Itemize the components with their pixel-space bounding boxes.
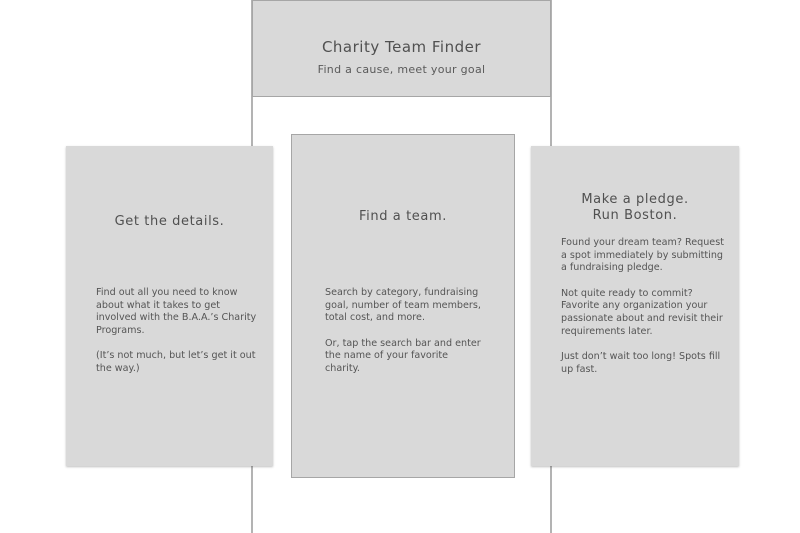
app-title: Charity Team Finder [321,38,482,56]
onboarding-card-details[interactable]: Get the details. Find out all you need t… [66,146,273,466]
card-title: Make a pledge. Run Boston. [581,192,689,223]
onboarding-card-pledge[interactable]: Make a pledge. Run Boston. Found your dr… [531,146,739,466]
onboarding-card-find-team[interactable]: Find a team. Search by category, fundrai… [291,134,515,478]
card-body: Search by category, fundraising goal, nu… [325,287,485,389]
app-subtitle: Find a cause, meet your goal [317,63,486,76]
card-paragraph: Just don’t wait too long! Spots fill up … [561,351,721,375]
onboarding-stage: Charity Team Finder Find a cause, meet y… [0,0,800,533]
app-header: Charity Team Finder Find a cause, meet y… [252,0,551,97]
card-title: Get the details. [114,214,225,229]
card-title: Find a team. [359,209,447,224]
card-paragraph: Find out all you need to know about what… [96,287,257,336]
card-paragraph: Not quite ready to commit? Favorite any … [561,287,723,337]
card-body: Found your dream team? Request a spot im… [561,237,726,389]
card-paragraph: (It’s not much, but let’s get it out the… [96,350,256,374]
card-body: Find out all you need to know about what… [96,287,258,389]
card-paragraph: Found your dream team? Request a spot im… [561,237,724,274]
card-paragraph: Or, tap the search bar and enter the nam… [325,337,481,374]
card-paragraph: Search by category, fundraising goal, nu… [325,287,481,324]
